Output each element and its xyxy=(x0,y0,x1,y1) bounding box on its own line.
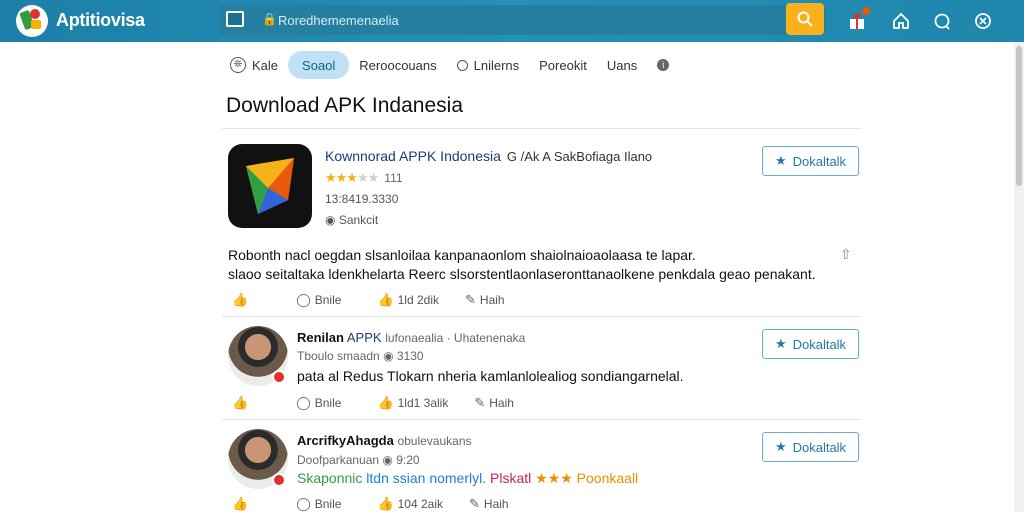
divider xyxy=(222,316,862,317)
search-input[interactable] xyxy=(278,9,778,31)
avatar[interactable] xyxy=(228,429,288,489)
verified-badge xyxy=(272,370,286,384)
download-icon: ★ xyxy=(774,439,787,454)
like-icon[interactable]: 👍 xyxy=(232,292,248,308)
comment-icon: ◯ xyxy=(296,496,311,511)
share-button[interactable]: ◯ Bnile xyxy=(296,292,341,308)
likes-count[interactable]: 👍 104 2aik xyxy=(377,496,443,512)
box-icon[interactable] xyxy=(226,11,244,27)
bookmark-icon[interactable]: ⇧ xyxy=(840,246,852,263)
download-icon: ★ xyxy=(774,153,787,168)
comment-icon: ◯ xyxy=(296,395,311,410)
app-name[interactable]: Kownnorad APPK Indonesia G /Ak A SakBofia… xyxy=(325,148,652,164)
tab-poreokit[interactable]: Poreokit xyxy=(529,51,597,79)
app-meta: 13:8419.3330 xyxy=(325,192,399,206)
download-button[interactable]: ★ Dokaltalk xyxy=(762,432,859,462)
likes-count[interactable]: 👍 1ld 2dik xyxy=(377,292,439,308)
reply-button[interactable]: ✎ Haih xyxy=(469,496,509,512)
tab-uans[interactable]: Uans xyxy=(597,51,647,79)
verified-badge xyxy=(272,473,286,487)
clock-icon xyxy=(456,59,468,71)
comment-meta: Doofparkanuan ◉ 9:20 xyxy=(297,453,420,467)
post-actions: 👍 ◯ Bnile 👍 1ld 2dik ✎ Haih xyxy=(232,292,505,308)
tab-label: Reroocouans xyxy=(359,57,437,73)
tab-label: Kale xyxy=(252,57,279,73)
tab-label: Uans xyxy=(606,57,638,73)
tab-kale[interactable]: ❊ Kale xyxy=(220,51,288,79)
comment-text: pata al Redus Tlokarn nheria kamlanlolea… xyxy=(297,368,684,384)
download-button[interactable]: ★ Dokaltalk xyxy=(762,329,859,359)
app-icon[interactable] xyxy=(228,144,312,228)
download-icon: ★ xyxy=(774,336,787,351)
scrollbar-thumb[interactable] xyxy=(1016,46,1022,186)
chat-icon[interactable] xyxy=(931,10,953,32)
comment-text: Skaponnic ltdn ssian nomerlyl. Plskatl ★… xyxy=(297,470,639,486)
tab-label: Soaol xyxy=(302,57,336,73)
info-icon: i xyxy=(657,59,670,71)
like-icon[interactable]: 👍 xyxy=(232,496,248,512)
feather-icon: ❊ xyxy=(230,57,246,73)
reply-button[interactable]: ✎ Haih xyxy=(465,292,505,308)
comment-meta: Tboulo smaadn ◉ 3130 xyxy=(297,349,424,363)
globe-icon: ◉ xyxy=(383,349,394,363)
page-title: Download APK Indanesia xyxy=(226,94,463,117)
avatar[interactable] xyxy=(228,326,288,386)
tab-soaol[interactable]: Soaol xyxy=(288,51,350,79)
scrollbar[interactable] xyxy=(1014,42,1024,512)
reply-button[interactable]: ✎ Haih xyxy=(474,395,514,411)
globe-icon: ◉ xyxy=(325,213,336,227)
comment-actions: 👍 ◯ Bnile 👍 1ld1 3alik ✎ Haih xyxy=(232,395,514,411)
comment-actions: 👍 ◯ Bnile 👍 104 2aik ✎ Haih xyxy=(232,496,509,512)
reply-icon: ✎ xyxy=(465,292,476,307)
comment-author: Renilan APPK lufonaealia · Uhatenenaka xyxy=(297,330,526,345)
brand-name[interactable]: Aptitiovisa xyxy=(56,10,145,31)
user-icon[interactable] xyxy=(972,10,994,32)
thumb-icon: 👍 xyxy=(377,496,394,511)
top-bar: Aptitiovisa 🔒 xyxy=(0,0,1024,42)
comment-icon: ◯ xyxy=(296,292,311,307)
share-button[interactable]: ◯ Bnile xyxy=(296,395,341,411)
globe-icon: ◉ xyxy=(382,453,393,467)
search-bar: 🔒 xyxy=(220,5,826,35)
tab-label: Poreokit xyxy=(539,57,587,73)
nav-tabs: ❊ Kale Soaol Reroocouans Lnilerns Poreok… xyxy=(220,50,679,80)
lock-icon: 🔒 xyxy=(262,12,277,26)
app-publisher: ◉ Sankcit xyxy=(325,213,379,227)
home-icon[interactable] xyxy=(890,10,912,32)
search-button[interactable] xyxy=(786,3,824,35)
thumb-icon: 👍 xyxy=(377,395,394,410)
divider xyxy=(222,419,862,420)
share-button[interactable]: ◯ Bnile xyxy=(296,496,341,512)
comment-author: ArcrifkyAhagda obulevaukans xyxy=(297,433,472,448)
info-button[interactable]: i xyxy=(647,51,679,79)
tab-lnilerns[interactable]: Lnilerns xyxy=(447,51,530,79)
logo-icon[interactable] xyxy=(16,5,48,37)
rating-stars: ★★★★★ 111 xyxy=(325,170,403,185)
app-description: Robonth nacl oegdan slsanloilaa kanpanao… xyxy=(228,247,816,282)
thumb-icon: 👍 xyxy=(377,292,394,307)
likes-count[interactable]: 👍 1ld1 3alik xyxy=(377,395,448,411)
reply-icon: ✎ xyxy=(474,395,486,410)
gift-icon[interactable] xyxy=(846,7,870,32)
tab-reroocouans[interactable]: Reroocouans xyxy=(349,51,446,79)
search-icon xyxy=(797,11,813,27)
divider xyxy=(222,128,862,129)
tab-label: Lnilerns xyxy=(473,57,520,73)
download-button[interactable]: ★ Dokaltalk xyxy=(762,146,859,176)
like-icon[interactable]: 👍 xyxy=(232,395,248,411)
reply-icon: ✎ xyxy=(469,496,480,511)
